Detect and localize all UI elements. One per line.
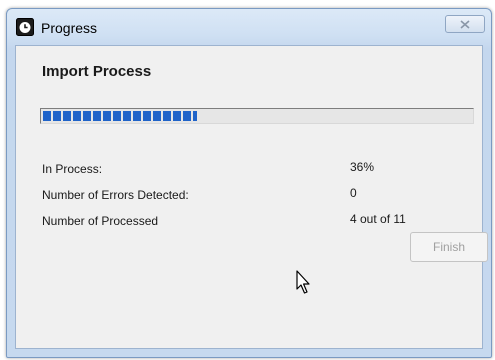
progress-fill — [43, 111, 197, 121]
progress-dialog: Progress Import Process In Process: 36% … — [6, 8, 492, 358]
in-process-value: 36% — [350, 160, 375, 174]
processed-count-value: 4 out of 11 — [350, 212, 406, 226]
processed-count-label: Number of Processed — [42, 214, 159, 228]
errors-detected-value: 0 — [350, 186, 357, 200]
window-title: Progress — [41, 20, 98, 36]
title-bar[interactable]: Progress — [7, 9, 491, 45]
finish-button[interactable]: Finish — [410, 232, 488, 262]
dialog-body: Import Process In Process: 36% Number of… — [15, 45, 488, 349]
clock-app-icon — [16, 18, 34, 36]
mouse-pointer-icon — [296, 270, 310, 294]
in-process-label: In Process: — [42, 162, 103, 176]
errors-detected-label: Number of Errors Detected: — [42, 188, 189, 202]
close-button[interactable] — [445, 15, 485, 33]
page-title: Import Process — [42, 63, 152, 80]
close-icon — [460, 19, 470, 29]
progress-bar — [40, 108, 474, 124]
